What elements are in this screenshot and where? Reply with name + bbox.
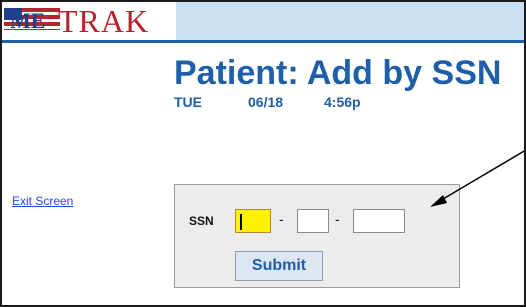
header-rule (2, 40, 524, 43)
submit-button[interactable]: Submit (235, 251, 323, 281)
exit-screen-link[interactable]: Exit Screen (12, 194, 73, 208)
date-day: TUE (174, 94, 202, 110)
ssn-part3-input[interactable] (353, 209, 405, 233)
logo-text: TRAK (58, 3, 150, 39)
ssn-label: SSN (189, 214, 214, 228)
logo-prefix: ME (10, 8, 45, 33)
ssn-separator-1: - (279, 211, 284, 227)
ssn-form-panel: SSN - - Submit (174, 184, 460, 288)
ssn-part2-input[interactable] (297, 209, 329, 233)
flag-logo-icon: ME (4, 8, 60, 33)
text-caret (240, 214, 242, 230)
medtrak-logo: ME TRAK (4, 4, 149, 38)
time-value: 4:56p (324, 94, 361, 110)
ssn-part1-input[interactable] (235, 209, 271, 233)
date-value: 06/18 (248, 94, 284, 110)
header-accent (176, 2, 524, 40)
app-window: ME TRAK Patient: Add by SSN TUE 06/18 4:… (0, 0, 526, 307)
page-title: Patient: Add by SSN (174, 54, 502, 92)
ssn-separator-2: - (335, 211, 340, 227)
